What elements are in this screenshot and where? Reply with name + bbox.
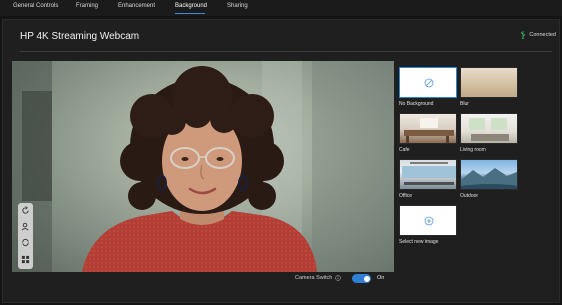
thumb-cafe[interactable] xyxy=(399,113,457,144)
camera-switch-label: Camera Switch xyxy=(295,275,333,281)
video-control-bar xyxy=(18,203,33,269)
thumb-select-new-image[interactable] xyxy=(399,205,457,236)
tab-background[interactable]: Background xyxy=(175,3,207,9)
grid-icon[interactable] xyxy=(21,255,30,264)
tab-enhancement[interactable]: Enhancement xyxy=(118,3,155,9)
thumb-blur[interactable] xyxy=(460,67,518,98)
header-divider xyxy=(20,51,552,52)
add-icon xyxy=(424,216,434,226)
camera-switch-toggle[interactable] xyxy=(352,274,371,283)
label-outdoor: Outdoor xyxy=(460,193,479,199)
rotate-icon[interactable] xyxy=(21,206,30,215)
label-office: Office xyxy=(399,193,412,199)
usb-icon xyxy=(521,31,526,39)
label-select-new-image: Select new image xyxy=(399,239,439,245)
camera-preview-image xyxy=(12,61,394,272)
active-tab-indicator xyxy=(175,13,205,14)
tab-general-controls[interactable]: General Controls xyxy=(13,3,58,9)
label-blur: Blur xyxy=(460,101,469,107)
info-icon[interactable] xyxy=(335,275,341,281)
no-background-icon xyxy=(424,78,434,88)
thumb-living-room[interactable] xyxy=(460,113,518,144)
label-cafe: Cafe xyxy=(399,147,410,153)
tab-bar: General Controls Framing Enhancement Bac… xyxy=(0,0,562,16)
outdoor-image xyxy=(461,168,517,189)
tab-sharing[interactable]: Sharing xyxy=(227,3,248,9)
living-room-image xyxy=(469,118,509,141)
person-search-icon[interactable] xyxy=(21,222,30,231)
thumb-no-background[interactable] xyxy=(399,67,457,98)
label-no-background: No Background xyxy=(399,101,434,107)
tab-framing[interactable]: Framing xyxy=(76,3,98,9)
toggle-knob xyxy=(363,275,370,282)
label-living-room: Living room xyxy=(460,147,486,153)
thumb-outdoor[interactable] xyxy=(460,159,518,190)
swap-icon[interactable] xyxy=(21,238,30,247)
office-image xyxy=(402,162,456,185)
camera-switch-state: On xyxy=(377,275,385,281)
connection-status: Connected xyxy=(520,31,556,39)
thumb-office[interactable] xyxy=(399,159,457,190)
camera-preview xyxy=(12,61,394,272)
status-text: Connected xyxy=(529,32,556,38)
cafe-image xyxy=(404,118,454,143)
page-title: HP 4K Streaming Webcam xyxy=(20,31,140,42)
